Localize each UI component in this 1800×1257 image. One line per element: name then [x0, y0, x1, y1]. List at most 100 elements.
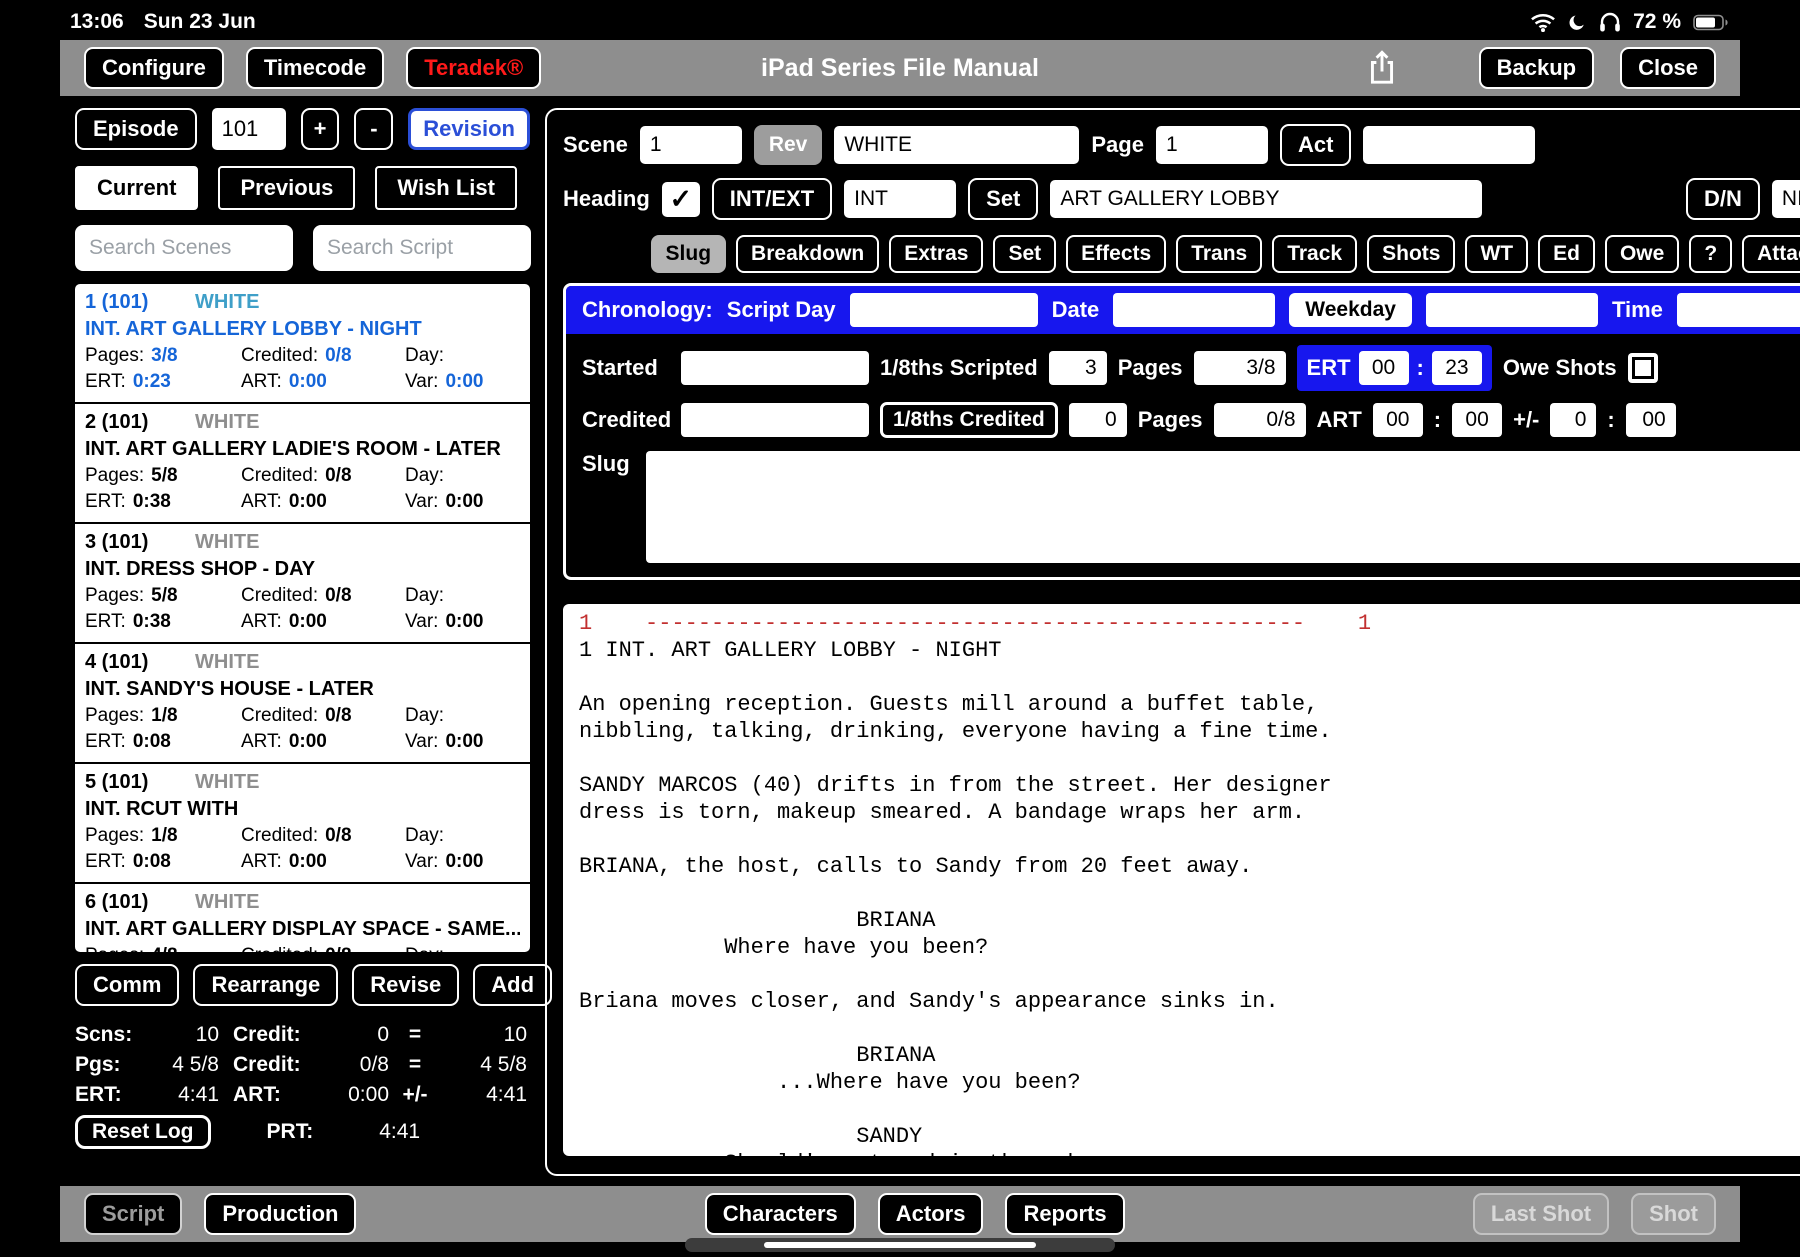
plus-minus-minutes-field[interactable] [1625, 403, 1676, 437]
actors-button[interactable]: Actors [877, 1193, 984, 1235]
scene-number: 6 (101) [85, 891, 149, 913]
tab-attachments[interactable]: Attachments [1742, 235, 1800, 273]
pages-scripted-field[interactable] [1193, 351, 1286, 385]
comm-button[interactable]: Comm [75, 964, 180, 1006]
script-line: An opening reception. Guests mill around… [579, 692, 1319, 717]
tab-current[interactable]: Current [75, 166, 199, 210]
episode-button[interactable]: Episode [75, 108, 197, 150]
tab-trans[interactable]: Trans [1176, 235, 1263, 273]
search-scenes-input[interactable] [75, 225, 293, 271]
configure-button[interactable]: Configure [84, 47, 224, 89]
date-field[interactable] [1113, 293, 1276, 327]
ert-minutes-field[interactable] [1431, 351, 1482, 385]
eighths-credited-field[interactable] [1068, 403, 1127, 437]
last-shot-button[interactable]: Last Shot [1472, 1193, 1610, 1235]
page-number-field[interactable] [1155, 126, 1268, 164]
reset-log-button[interactable]: Reset Log [75, 1115, 211, 1149]
scene-list-item[interactable]: 6 (101) WHITE INT. ART GALLERY DISPLAY SPA… [75, 884, 530, 952]
int-ext-button[interactable]: INT/EXT [711, 178, 833, 220]
owe-shots-label: Owe Shots [1502, 355, 1617, 380]
script-line: BRIANA [579, 908, 936, 933]
tab-slug[interactable]: Slug [650, 235, 727, 273]
revise-button[interactable]: Revise [352, 964, 460, 1006]
day-night-field[interactable] [1771, 180, 1800, 218]
home-indicator[interactable] [764, 1242, 1036, 1248]
tab-extras[interactable]: Extras [889, 235, 984, 273]
art-minutes-field[interactable] [1452, 403, 1503, 437]
scene-list-item[interactable]: 4 (101) WHITE INT. SANDY'S HOUSE - LATER Pa… [75, 644, 530, 764]
tab-shots[interactable]: Shots [1367, 235, 1456, 273]
tab-effects[interactable]: Effects [1066, 235, 1167, 273]
art-hours-field[interactable] [1372, 403, 1423, 437]
scene-number: 2 (101) [85, 411, 149, 433]
scene-list-item[interactable]: 3 (101) WHITE INT. DRESS SHOP - DAY Pages: 5… [75, 524, 530, 644]
credited-field[interactable] [681, 403, 869, 437]
started-field[interactable] [681, 351, 869, 385]
revision-color-field[interactable] [834, 126, 1080, 164]
int-ext-field[interactable] [844, 180, 957, 218]
add-button[interactable]: Add [473, 964, 553, 1006]
page-rule: 1 --------------------------------------… [579, 611, 1372, 636]
scene-list-item[interactable]: 2 (101) WHITE INT. ART GALLERY LADIE'S ROO… [75, 404, 530, 524]
shot-button[interactable]: Shot [1631, 1193, 1717, 1235]
revision-button[interactable]: Revision [408, 108, 530, 150]
set-button[interactable]: Set [968, 178, 1039, 220]
backup-button[interactable]: Backup [1478, 47, 1595, 89]
script-preview[interactable]: 1 --------------------------------------… [563, 604, 1800, 1156]
tab-ed[interactable]: Ed [1538, 235, 1595, 273]
credited-row: Credited 1/8ths Credited Pages ART : +/-… [566, 391, 1800, 438]
scene-revision-color: WHITE [195, 291, 260, 313]
close-button[interactable]: Close [1620, 47, 1716, 89]
script-line [579, 664, 1800, 691]
scene-list-item[interactable]: 5 (101) WHITE INT. RCUT WITH Pages: 1/8 Credi… [75, 764, 530, 884]
weekday-button[interactable]: Weekday [1289, 293, 1412, 327]
reports-button[interactable]: Reports [1005, 1193, 1125, 1235]
act-field[interactable] [1363, 126, 1536, 164]
started-row: Started 1/8ths Scripted Pages ERT : Owe … [566, 334, 1800, 391]
time-field[interactable] [1676, 293, 1800, 327]
eighths-credited-label[interactable]: 1/8ths Credited [880, 402, 1058, 438]
search-script-input[interactable] [313, 225, 531, 271]
tab-wish-list[interactable]: Wish List [375, 166, 517, 210]
tab-owe[interactable]: Owe [1604, 235, 1680, 273]
act-button[interactable]: Act [1279, 124, 1352, 166]
slug-textarea[interactable] [645, 451, 1800, 563]
episode-number-field[interactable] [211, 108, 286, 150]
tab-help[interactable]: ? [1689, 235, 1733, 273]
script-day-field[interactable] [849, 293, 1038, 327]
slug-label: Slug [582, 451, 630, 476]
tab-track[interactable]: Track [1272, 235, 1358, 273]
script-line [579, 826, 1800, 853]
timecode-button[interactable]: Timecode [245, 47, 385, 89]
day-night-button[interactable]: D/N [1686, 178, 1760, 220]
tab-previous[interactable]: Previous [218, 166, 356, 210]
art-label: ART [1316, 407, 1362, 432]
screen: 13:06 Sun 23 Jun 72 % Configure Timecode… [0, 0, 1800, 1257]
pages-credited-field[interactable] [1213, 403, 1306, 437]
pages-credited-label: Pages [1137, 407, 1203, 432]
rev-button[interactable]: Rev [753, 125, 823, 165]
eighths-scripted-field[interactable] [1048, 351, 1107, 385]
weekday-field[interactable] [1425, 293, 1598, 327]
script-button[interactable]: Script [84, 1193, 183, 1235]
plus-minus-hours-field[interactable] [1550, 403, 1597, 437]
scene-number-field[interactable] [639, 126, 742, 164]
heading-checkbox[interactable]: ✓ [661, 181, 700, 217]
set-field[interactable] [1050, 180, 1483, 218]
teradek-button[interactable]: Teradek® [406, 47, 542, 89]
script-line: BRIANA, the host, calls to Sandy from 20… [579, 854, 1253, 879]
tab-set[interactable]: Set [993, 235, 1057, 273]
production-button[interactable]: Production [204, 1193, 357, 1235]
art-colon: : [1433, 407, 1442, 432]
episode-minus-button[interactable]: - [354, 108, 394, 150]
share-icon[interactable] [1367, 49, 1397, 88]
rearrange-button[interactable]: Rearrange [193, 964, 339, 1006]
ert-hours-field[interactable] [1358, 351, 1409, 385]
episode-plus-button[interactable]: + [300, 108, 340, 150]
owe-shots-checkbox[interactable] [1627, 353, 1658, 383]
status-time: 13:06 [70, 10, 124, 33]
characters-button[interactable]: Characters [704, 1193, 856, 1235]
tab-breakdown[interactable]: Breakdown [736, 235, 880, 273]
scene-list-item[interactable]: 1 (101) WHITE INT. ART GALLERY LOBBY - NIG… [75, 284, 530, 404]
tab-wt[interactable]: WT [1465, 235, 1529, 273]
